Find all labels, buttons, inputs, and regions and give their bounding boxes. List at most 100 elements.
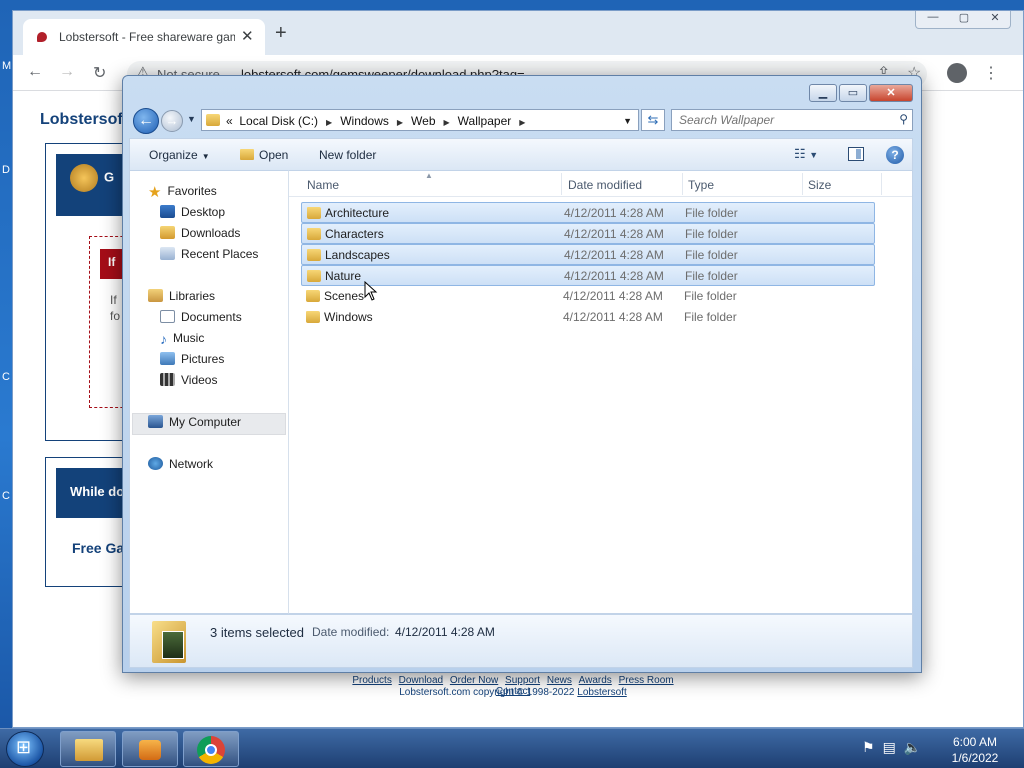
footer-link[interactable]: Press Room (619, 675, 674, 686)
footer-link[interactable]: Support (505, 675, 540, 686)
history-dropdown-icon[interactable]: ▼ (187, 114, 196, 124)
file-row-characters[interactable]: Characters 4/12/2011 4:28 AM File folder (301, 223, 875, 244)
breadcrumb-separator-icon[interactable]: ▶ (326, 118, 332, 127)
back-arrow-icon[interactable]: ← (27, 63, 43, 81)
maximize-button[interactable]: ▭ (839, 84, 867, 102)
close-button[interactable]: ✕ (869, 84, 913, 102)
nav-item-pictures[interactable]: Pictures (160, 352, 224, 372)
breadcrumb-windows[interactable]: Windows (340, 114, 389, 128)
taskbar-explorer-button[interactable] (60, 731, 116, 767)
menu-dots-icon[interactable]: ⋮ (983, 63, 999, 83)
reload-icon[interactable]: ↻ (93, 63, 106, 83)
address-dropdown-icon[interactable]: ▼ (623, 116, 632, 126)
nav-item-my-computer[interactable]: My Computer (148, 415, 241, 435)
action-center-flag-icon[interactable]: ⚑ (862, 739, 875, 755)
free-games-heading: Free Ga (72, 540, 125, 556)
file-date: 4/12/2011 4:28 AM (564, 227, 664, 241)
column-divider[interactable] (881, 173, 882, 195)
footer-link[interactable]: News (547, 675, 572, 686)
search-input[interactable] (672, 110, 884, 130)
pictures-icon (160, 352, 175, 365)
clock[interactable]: 6:00 AM 1/6/2022 (940, 734, 1010, 766)
nav-label: Recent Places (181, 247, 259, 261)
desktop-edge-letter: M (2, 60, 12, 72)
nav-item-videos[interactable]: Videos (160, 373, 217, 393)
banner-text: G (104, 169, 115, 185)
file-type: File folder (685, 227, 738, 241)
breadcrumb-separator-icon[interactable]: ▶ (397, 118, 403, 127)
nav-label: Pictures (181, 352, 225, 366)
close-button[interactable]: ✕ (980, 11, 1010, 28)
breadcrumb-web[interactable]: Web (411, 114, 435, 128)
column-divider[interactable] (802, 173, 803, 195)
address-breadcrumb-bar[interactable]: « Local Disk (C:) ▶ Windows ▶ Web ▶ Wallpaper ▶… (201, 109, 639, 131)
nav-label: Desktop (181, 205, 226, 219)
sort-ascending-icon: ▲ (425, 171, 433, 180)
back-button[interactable]: ← (133, 108, 159, 134)
nav-item-music[interactable]: ♪ Music (160, 331, 204, 351)
preview-pane-icon[interactable] (848, 147, 864, 161)
details-pane: 3 items selected Date modified: 4/12/201… (129, 614, 913, 668)
column-divider[interactable] (682, 173, 683, 195)
downloads-icon (160, 226, 175, 239)
copyright-link[interactable]: Lobstersoft (577, 687, 626, 698)
search-icon[interactable]: ⚲ (899, 112, 908, 126)
desktop-edge-letter: C (2, 371, 10, 383)
change-view-icon[interactable]: ☷ ▼ (794, 146, 818, 162)
start-button[interactable] (6, 731, 44, 767)
organize-button[interactable]: Organize ▼ (149, 148, 210, 162)
footer-link[interactable]: Download (399, 675, 443, 686)
new-tab-button[interactable]: + (275, 23, 287, 43)
maximize-button[interactable]: ▢ (949, 11, 979, 28)
footer-link[interactable]: Awards (579, 675, 612, 686)
breadcrumb-separator-icon[interactable]: ▶ (444, 118, 450, 127)
minimize-button[interactable]: ▁ (809, 84, 837, 102)
star-icon: ★ (148, 184, 162, 201)
open-button[interactable]: Open (240, 148, 288, 162)
nav-label: Music (173, 331, 205, 345)
network-status-icon[interactable]: ▤ (883, 739, 896, 755)
taskbar: ⚑ ▤ 🔈 6:00 AM 1/6/2022 (0, 728, 1024, 768)
folder-icon (306, 290, 320, 302)
breadcrumb-wallpaper[interactable]: Wallpaper (458, 114, 512, 128)
new-folder-button[interactable]: New folder (319, 148, 376, 162)
column-size[interactable]: Size (808, 178, 831, 192)
taskbar-media-button[interactable] (122, 731, 178, 767)
column-name[interactable]: Name (307, 178, 339, 192)
forward-button[interactable]: → (161, 110, 183, 132)
help-icon[interactable]: ? (886, 146, 904, 164)
forward-arrow-icon[interactable]: → (59, 63, 75, 81)
file-row-architecture[interactable]: Architecture 4/12/2011 4:28 AM File folder (301, 202, 875, 223)
tab-close-icon[interactable]: ✕ (241, 27, 254, 45)
breadcrumb-overflow[interactable]: « (226, 114, 233, 128)
refresh-icon[interactable]: ⇆ (641, 109, 665, 131)
nav-item-network[interactable]: Network (148, 457, 213, 477)
profile-avatar-icon[interactable] (947, 63, 967, 83)
organize-label: Organize (149, 148, 198, 162)
desktop-edge-letter: D (2, 164, 10, 176)
file-row-nature[interactable]: Nature 4/12/2011 4:28 AM File folder (301, 265, 875, 286)
file-row-landscapes[interactable]: Landscapes 4/12/2011 4:28 AM File folder (301, 244, 875, 265)
mascot-icon (70, 164, 98, 192)
minimize-button[interactable]: — (918, 11, 948, 28)
footer-link[interactable]: Products (352, 675, 391, 686)
breadcrumb-separator-icon[interactable]: ▶ (519, 118, 525, 127)
taskbar-chrome-button[interactable] (183, 731, 239, 767)
file-row-windows[interactable]: Windows 4/12/2011 4:28 AM File folder (301, 307, 875, 328)
column-divider[interactable] (561, 173, 562, 195)
breadcrumb-local-disk[interactable]: Local Disk (C:) (239, 114, 318, 128)
nav-item-favorites[interactable]: ★ Favorites (148, 184, 217, 204)
nav-item-libraries[interactable]: Libraries (148, 289, 215, 309)
column-date-modified[interactable]: Date modified (568, 178, 642, 192)
browser-tab[interactable]: Lobstersoft - Free shareware gam ✕ (23, 19, 265, 55)
column-type[interactable]: Type (688, 178, 714, 192)
folder-icon (306, 311, 320, 323)
nav-item-desktop[interactable]: Desktop (160, 205, 225, 225)
volume-icon[interactable]: 🔈 (904, 739, 921, 755)
file-name: Windows (324, 310, 373, 324)
nav-item-documents[interactable]: Documents (160, 310, 242, 330)
footer-link[interactable]: Order Now (450, 675, 498, 686)
nav-item-recent-places[interactable]: Recent Places (160, 247, 258, 267)
file-row-scenes[interactable]: Scenes 4/12/2011 4:28 AM File folder (301, 286, 875, 307)
nav-item-downloads[interactable]: Downloads (160, 226, 240, 246)
